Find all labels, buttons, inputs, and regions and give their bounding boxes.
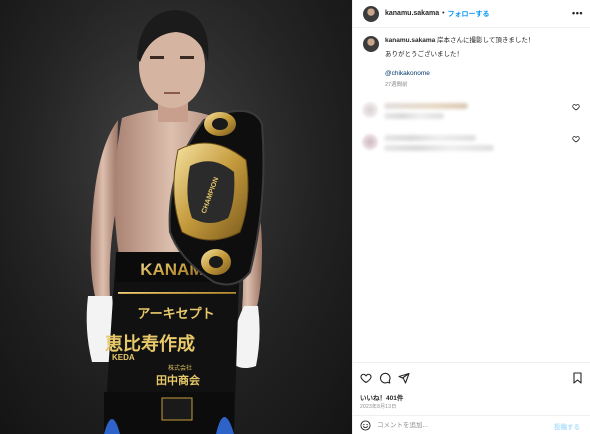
blurred-text: [384, 113, 444, 119]
caption-text: 岸本さんに撮影して頂きました！: [437, 37, 535, 44]
like-comment-heart-icon[interactable]: [572, 103, 580, 111]
caption-mention-link[interactable]: @chikakonome: [385, 69, 585, 78]
trunks-sponsor-2: 恵比寿作成: [105, 333, 195, 355]
comment-avatar-blurred: [362, 134, 378, 150]
post-date: 2023年8月13日: [360, 404, 397, 410]
avatar[interactable]: [363, 5, 379, 22]
likes-count[interactable]: いいね！401件: [360, 392, 403, 402]
post-header: kanamu.sakama • フォローする •••: [353, 0, 590, 28]
caption-line-2: ありがとうございました！: [385, 51, 463, 58]
comment-item-blurred-2: [362, 131, 582, 159]
like-comment-heart-icon[interactable]: [572, 135, 580, 143]
boxer-photo-illustration: KANAMU アーキセプト 恵比寿作成 KEDA 株式会社 田中商会 CHAMP…: [0, 0, 352, 434]
blurred-text: [384, 135, 476, 141]
comment-avatar-blurred: [362, 102, 378, 118]
trunks-sponsor-3: 株式会社: [168, 364, 192, 372]
blurred-text: [384, 103, 468, 109]
caption-time: 27週間前: [385, 82, 408, 88]
trunks-sponsor-1: アーキセプト: [137, 307, 214, 322]
trunks-sponsor-4: 田中商会: [156, 373, 201, 387]
post-photo[interactable]: KANAMU アーキセプト 恵比寿作成 KEDA 株式会社 田中商会 CHAMP…: [0, 0, 352, 434]
post-comment-button[interactable]: 投稿する: [554, 421, 580, 431]
comment-item-blurred-1: [362, 99, 582, 127]
share-send-icon[interactable]: [398, 372, 410, 384]
comment-input[interactable]: [377, 422, 547, 429]
comment-bubble-icon[interactable]: [379, 372, 391, 384]
save-bookmark-icon[interactable]: [572, 372, 583, 384]
caption-username[interactable]: kanamu.sakama: [385, 37, 435, 44]
trunks-side-text: KEDA: [112, 353, 135, 362]
like-heart-icon[interactable]: [360, 372, 372, 384]
follow-button[interactable]: フォローする: [448, 9, 490, 19]
comment-bar: 投稿する: [352, 415, 590, 434]
header-username[interactable]: kanamu.sakama: [385, 10, 439, 17]
post-actions: いいね！401件 2023年8月13日 投稿する: [352, 362, 590, 434]
post-caption: kanamu.sakama 岸本さんに撮影して頂きました！ ありがとうございまし…: [363, 36, 585, 90]
separator-dot: •: [442, 10, 445, 17]
more-options-icon[interactable]: •••: [572, 9, 583, 18]
caption-avatar[interactable]: [363, 36, 379, 52]
emoji-icon[interactable]: [360, 420, 371, 431]
blurred-text: [384, 145, 494, 151]
